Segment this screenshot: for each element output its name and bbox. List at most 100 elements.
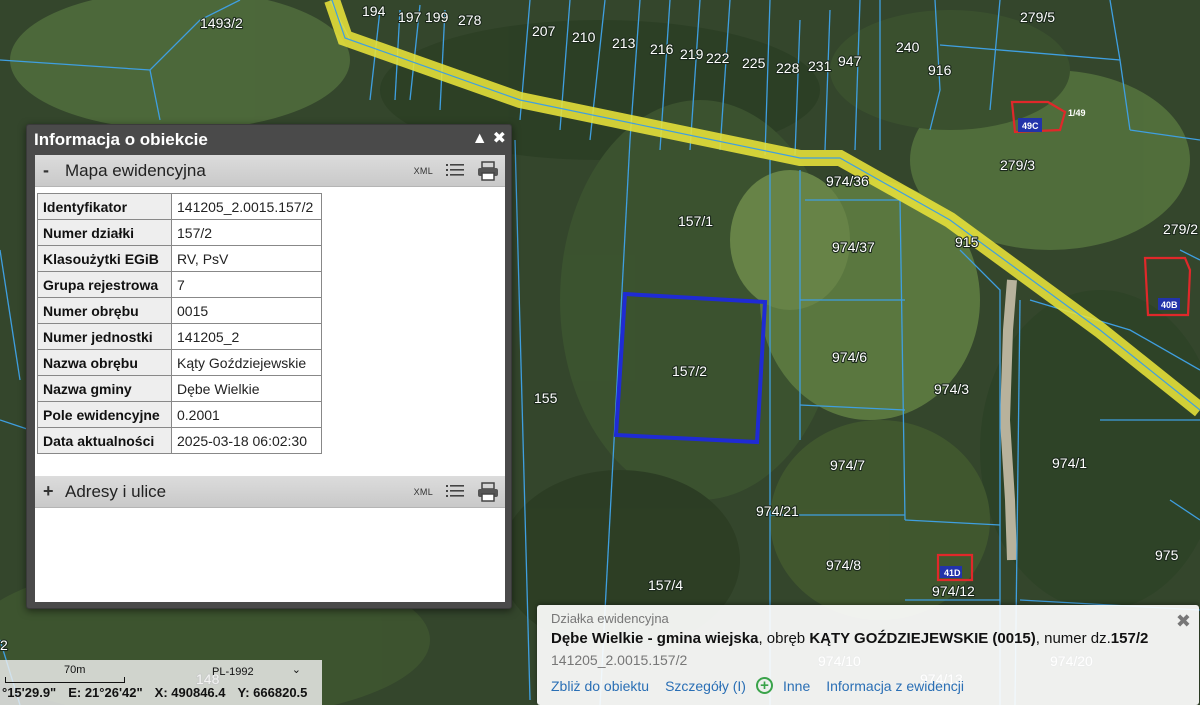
parcel-label: 974/6 xyxy=(832,349,867,365)
popup-links: Zbliż do obiektu Szczegóły (I) + Inne In… xyxy=(551,677,1185,694)
registry-info-link[interactable]: Informacja z ewidencji xyxy=(826,678,964,694)
parcel-label: 210 xyxy=(572,29,596,45)
parcel-label: 947 xyxy=(838,53,862,69)
attribute-key: Nazwa obrębu xyxy=(37,349,172,376)
expand-section-icon[interactable]: + xyxy=(43,481,57,502)
parcel-label: 155 xyxy=(534,390,558,406)
parcel-label: 213 xyxy=(612,35,636,51)
obreb-prefix: , obręb xyxy=(758,630,810,647)
info-panel-header[interactable]: Informacja o obiekcie ▲ ✖ xyxy=(27,125,511,155)
xml-export-button[interactable]: XML xyxy=(414,487,433,497)
parcel-label: 231 xyxy=(808,58,832,74)
parcel-label: 974/7 xyxy=(830,457,865,473)
house-label: 1/49 xyxy=(1068,108,1086,118)
parcel-label: 974/36 xyxy=(826,173,869,189)
attribute-row: Nazwa gminy Dębe Wielkie xyxy=(37,375,322,402)
parcel-label: 279/3 xyxy=(1000,157,1035,173)
attribute-value: RV, PsV xyxy=(171,245,322,272)
parcel-label: 974/1 xyxy=(1052,455,1087,471)
attribute-value: 0.2001 xyxy=(171,401,322,428)
attribute-value: 157/2 xyxy=(171,219,322,246)
attribute-row: Grupa rejestrowa 7 xyxy=(37,271,322,298)
coord-x: X: 490846.4 xyxy=(154,685,226,700)
parcel-label: 916 xyxy=(928,62,952,78)
attribute-key: Numer obrębu xyxy=(37,297,172,324)
attribute-value: 141205_2.0015.157/2 xyxy=(171,193,322,220)
attribute-key: Numer jednostki xyxy=(37,323,172,350)
crs-select[interactable]: PL-1992 ⌄ xyxy=(207,663,305,680)
attribute-row: Numer obrębu 0015 xyxy=(37,297,322,324)
attribute-value: Dębe Wielkie xyxy=(171,375,322,402)
parcel-number: 157/2 xyxy=(1110,630,1149,647)
house-label: 49C xyxy=(1022,121,1039,131)
popup-subtitle: Działka ewidencyjna xyxy=(551,611,669,626)
collapse-section-icon[interactable]: - xyxy=(43,160,57,181)
close-popup-icon[interactable]: ✖ xyxy=(1176,611,1191,632)
parcel-label: 197 xyxy=(398,9,422,25)
parcel-label: 279/2 xyxy=(1163,221,1198,237)
chevron-down-icon: ⌄ xyxy=(291,664,301,676)
info-panel: Informacja o obiekcie ▲ ✖ - Mapa ewidenc… xyxy=(26,124,512,609)
attribute-key: Grupa rejestrowa xyxy=(37,271,172,298)
attribute-key: Nazwa gminy xyxy=(37,375,172,402)
section-adresy-i-ulice[interactable]: + Adresy i ulice XML xyxy=(35,476,505,508)
plus-circle-icon[interactable]: + xyxy=(755,677,773,694)
details-link[interactable]: Szczegóły (I) xyxy=(665,678,746,694)
parcel-label: 915 xyxy=(955,234,979,250)
attribute-row: Numer działki 157/2 xyxy=(37,219,322,246)
attribute-value: 0015 xyxy=(171,297,322,324)
numer-prefix: , numer dz. xyxy=(1035,630,1111,647)
section-title: Adresy i ulice xyxy=(65,481,167,501)
gmina-name: Dębe Wielkie - gmina wiejska xyxy=(551,630,759,647)
coord-lon: E: 21°26'42" xyxy=(68,685,143,700)
parcel-label: 207 xyxy=(532,23,556,39)
print-icon[interactable] xyxy=(477,161,499,181)
xml-export-button[interactable]: XML xyxy=(414,166,433,176)
close-icon[interactable]: ✖ xyxy=(493,130,506,148)
attribute-key: Klasoużytki EGiB xyxy=(37,245,172,272)
parcel-label: 157/2 xyxy=(672,363,707,379)
other-link[interactable]: Inne xyxy=(783,678,810,694)
coord-lat: °15'29.9" xyxy=(2,685,57,700)
parcel-label: 278 xyxy=(458,12,482,28)
attribute-row: Nazwa obrębu Kąty Goździejewskie xyxy=(37,349,322,376)
attribute-key: Numer działki xyxy=(37,219,172,246)
attribute-row: Numer jednostki 141205_2 xyxy=(37,323,322,350)
attribute-row: Klasoużytki EGiB RV, PsV xyxy=(37,245,322,272)
attribute-key: Pole ewidencyjne xyxy=(37,401,172,428)
attribute-value: 7 xyxy=(171,271,322,298)
scale-line xyxy=(5,677,125,683)
parcel-label: 2 xyxy=(0,637,8,653)
house-label: 40B xyxy=(1161,300,1178,310)
attribute-row: Identyfikator 141205_2.0015.157/2 xyxy=(37,193,322,220)
list-icon[interactable] xyxy=(445,162,465,180)
parcel-label: 199 xyxy=(425,9,449,25)
parcel-popup: ✖ Działka ewidencyjna Dębe Wielkie - gmi… xyxy=(537,605,1199,705)
parcel-label: 240 xyxy=(896,39,920,55)
parcel-label: 974/3 xyxy=(934,381,969,397)
attribute-value: 141205_2 xyxy=(171,323,322,350)
obreb-name: KĄTY GOŹDZIEJEWSKIE (0015) xyxy=(809,630,1036,647)
parcel-label: 974/21 xyxy=(756,503,799,519)
collapse-icon[interactable]: ▲ xyxy=(472,130,488,148)
section-title: Mapa ewidencyjna xyxy=(65,160,206,180)
info-panel-title: Informacja o obiekcie xyxy=(34,130,208,149)
section-mapa-ewidencyjna[interactable]: - Mapa ewidencyjna XML xyxy=(35,155,505,187)
list-icon[interactable] xyxy=(445,483,465,501)
attribute-value: 2025-03-18 06:02:30 xyxy=(171,427,322,454)
zoom-to-object-link[interactable]: Zbliż do obiektu xyxy=(551,678,649,694)
print-icon[interactable] xyxy=(477,482,499,502)
parcel-label: 975 xyxy=(1155,547,1179,563)
parcel-label: 1493/2 xyxy=(200,15,243,31)
parcel-label: 279/5 xyxy=(1020,9,1055,25)
info-panel-body: - Mapa ewidencyjna XML Identyfikator 1412… xyxy=(35,155,505,602)
parcel-label: 216 xyxy=(650,41,674,57)
attribute-key: Identyfikator xyxy=(37,193,172,220)
scale-label: 70m xyxy=(64,664,86,676)
parcel-label: 157/1 xyxy=(678,213,713,229)
attribute-row: Data aktualności 2025-03-18 06:02:30 xyxy=(37,427,322,454)
parcel-label: 219 xyxy=(680,46,704,62)
attribute-value: Kąty Goździejewskie xyxy=(171,349,322,376)
coord-y: Y: 666820.5 xyxy=(237,685,308,700)
popup-description: Dębe Wielkie - gmina wiejska, obręb KĄTY… xyxy=(551,630,1185,647)
